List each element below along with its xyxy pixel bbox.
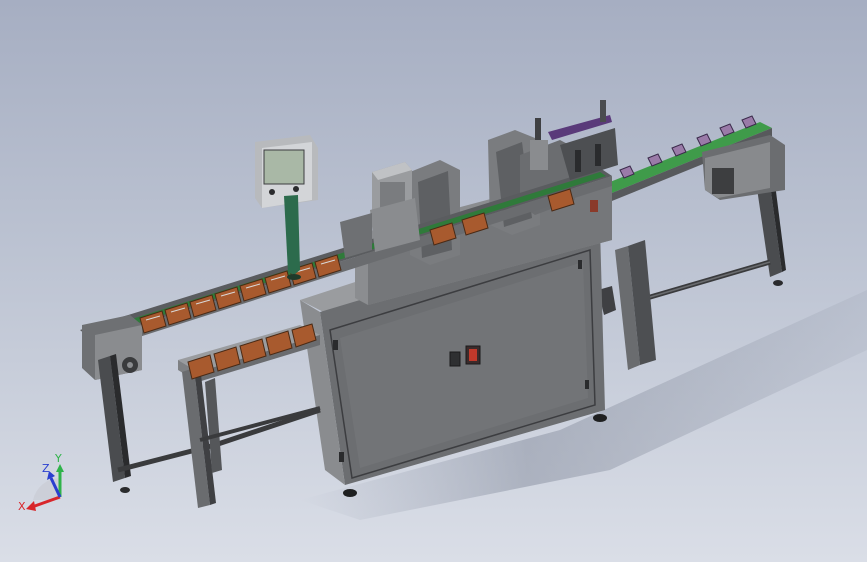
right-conveyor xyxy=(590,122,785,205)
hmi-panel xyxy=(255,135,318,280)
triad-y-label: Y xyxy=(54,452,62,465)
triad-x-label: X xyxy=(18,500,26,513)
cabinet-rear-legs xyxy=(598,240,656,370)
cad-viewport[interactable]: X Y Z xyxy=(0,0,867,562)
assembly-view: X Y Z xyxy=(18,100,867,520)
triad-z-label: Z xyxy=(42,462,50,475)
coordinate-triad: X Y Z xyxy=(18,452,64,513)
